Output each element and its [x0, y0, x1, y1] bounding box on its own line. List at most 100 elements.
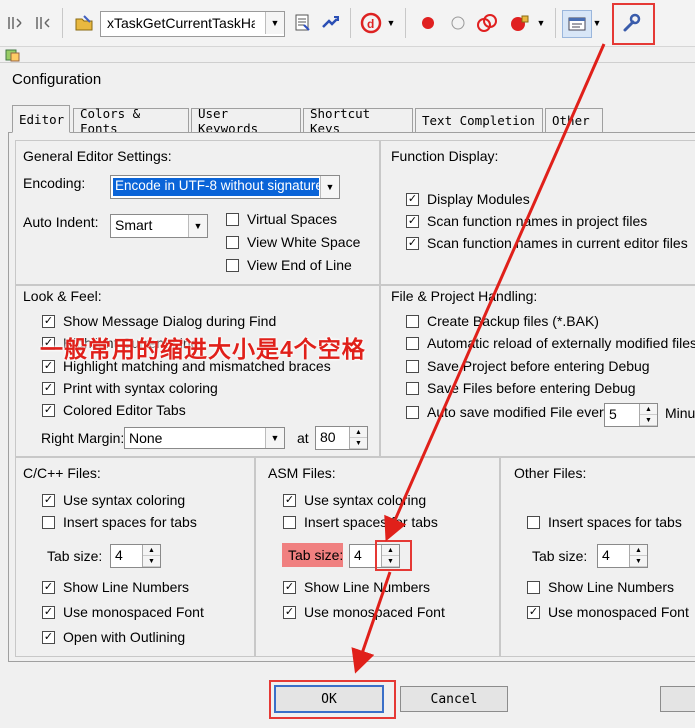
cancel-button[interactable]: Cancel: [400, 686, 508, 712]
breakpoint-dropdown-icon[interactable]: ▼: [534, 10, 548, 36]
window-icon[interactable]: [562, 10, 592, 38]
print-syntax-checkbox[interactable]: ✓: [42, 382, 55, 395]
encoding-label: Encoding:: [23, 175, 86, 191]
chevron-down-icon[interactable]: ▼: [320, 176, 339, 198]
view-end-of-line-label: View End of Line: [247, 257, 352, 273]
c-outlining-checkbox[interactable]: ✓: [42, 631, 55, 644]
unindent-icon[interactable]: [32, 10, 54, 36]
tab-user-keywords[interactable]: User Keywords: [191, 106, 301, 136]
right-margin-column-input[interactable]: 80 ▲ ▼: [315, 426, 368, 450]
view-white-space-label: View White Space: [247, 234, 361, 250]
asm-insert-spaces-checkbox[interactable]: [283, 516, 296, 529]
show-message-label: Show Message Dialog during Find: [63, 313, 277, 329]
asm-syntax-checkbox[interactable]: ✓: [283, 494, 296, 507]
display-modules-checkbox[interactable]: ✓: [406, 193, 419, 206]
kill-breakpoints-icon[interactable]: [474, 10, 500, 36]
other-tab-size-label: Tab size:: [532, 548, 588, 564]
auto-reload-checkbox[interactable]: [406, 337, 419, 350]
spin-down-icon[interactable]: ▼: [630, 556, 647, 567]
window-dropdown-icon[interactable]: ▼: [590, 10, 604, 36]
tab-text-completion[interactable]: Text Completion: [415, 108, 543, 132]
view-white-space-checkbox[interactable]: [226, 236, 239, 249]
tab-shortcut-keys[interactable]: Shortcut Keys: [303, 106, 413, 136]
scan-project-label: Scan function names in project files: [427, 213, 648, 229]
scan-project-checkbox[interactable]: ✓: [406, 215, 419, 228]
tab-other[interactable]: Other: [545, 108, 603, 132]
spin-up-icon[interactable]: ▲: [640, 404, 657, 415]
dialog-title: Configuration: [12, 71, 102, 88]
c-tab-size-value: 4: [115, 547, 123, 563]
document-icon[interactable]: [290, 10, 314, 36]
save-project-label: Save Project before entering Debug: [427, 358, 650, 374]
auto-indent-select[interactable]: Smart ▼: [110, 214, 208, 238]
chevron-down-icon[interactable]: ▼: [188, 215, 207, 237]
breakpoint-tool-icon[interactable]: [506, 10, 534, 36]
function-combo[interactable]: xTaskGetCurrentTaskHan ▼: [100, 11, 285, 37]
colored-tabs-label: Colored Editor Tabs: [63, 402, 186, 418]
auto-save-minutes-input[interactable]: 5 ▲ ▼: [604, 403, 658, 427]
c-monospaced-checkbox[interactable]: ✓: [42, 606, 55, 619]
debug-dropdown-icon[interactable]: ▼: [384, 10, 398, 36]
indent-icon[interactable]: [4, 10, 26, 36]
spin-buttons[interactable]: ▲ ▼: [639, 404, 657, 426]
asm-files-title: ASM Files:: [268, 465, 336, 481]
minutes-label: Minutes: [665, 405, 695, 421]
create-backup-checkbox[interactable]: [406, 315, 419, 328]
tab-editor[interactable]: Editor: [12, 105, 70, 133]
breakpoint-icon[interactable]: [416, 10, 440, 36]
spin-buttons[interactable]: ▲ ▼: [349, 427, 367, 449]
virtual-spaces-checkbox[interactable]: [226, 213, 239, 226]
c-monospaced-label: Use monospaced Font: [63, 604, 204, 620]
other-tab-size-input[interactable]: 4 ▲ ▼: [597, 544, 648, 568]
right-margin-column-value: 80: [320, 429, 336, 445]
file-project-title: File & Project Handling:: [391, 288, 538, 304]
c-line-numbers-label: Show Line Numbers: [63, 579, 190, 595]
highlight-box-ok: [269, 680, 396, 719]
chevron-down-icon[interactable]: ▼: [265, 428, 284, 448]
spin-down-icon[interactable]: ▼: [640, 415, 657, 426]
arrows-icon[interactable]: [318, 10, 342, 36]
spin-buttons[interactable]: ▲ ▼: [142, 545, 160, 567]
breakpoint-disabled-icon[interactable]: [446, 10, 470, 36]
auto-reload-label: Automatic reload of externally modified …: [427, 335, 695, 351]
show-message-checkbox[interactable]: ✓: [42, 315, 55, 328]
c-syntax-checkbox[interactable]: ✓: [42, 494, 55, 507]
look-feel-title: Look & Feel:: [23, 288, 102, 304]
general-settings-title: General Editor Settings:: [23, 148, 172, 164]
asm-monospaced-checkbox[interactable]: ✓: [283, 606, 296, 619]
save-project-checkbox[interactable]: [406, 360, 419, 373]
asm-line-numbers-checkbox[interactable]: ✓: [283, 581, 296, 594]
open-folder-icon[interactable]: [72, 10, 96, 36]
display-modules-label: Display Modules: [427, 191, 530, 207]
spin-down-icon[interactable]: ▼: [143, 556, 160, 567]
c-tab-size-label: Tab size:: [47, 548, 103, 564]
spin-up-icon[interactable]: ▲: [630, 545, 647, 556]
spin-buttons[interactable]: ▲ ▼: [629, 545, 647, 567]
save-files-checkbox[interactable]: [406, 382, 419, 395]
other-line-numbers-checkbox[interactable]: [527, 581, 540, 594]
spin-down-icon[interactable]: ▼: [350, 438, 367, 449]
annotation-text: 一般常用的缩进大小是4个空格: [40, 336, 366, 362]
save-files-label: Save Files before entering Debug: [427, 380, 636, 396]
right-margin-select[interactable]: None ▼: [124, 427, 285, 449]
view-end-of-line-checkbox[interactable]: [226, 259, 239, 272]
highlight-box-spin: [375, 540, 412, 571]
virtual-spaces-label: Virtual Spaces: [247, 211, 338, 227]
other-insert-spaces-checkbox[interactable]: [527, 516, 540, 529]
debug-icon[interactable]: d: [358, 10, 384, 36]
c-insert-spaces-checkbox[interactable]: [42, 516, 55, 529]
colored-tabs-checkbox[interactable]: ✓: [42, 404, 55, 417]
create-backup-label: Create Backup files (*.BAK): [427, 313, 599, 329]
spin-up-icon[interactable]: ▲: [143, 545, 160, 556]
scan-editor-checkbox[interactable]: ✓: [406, 237, 419, 250]
encoding-select[interactable]: Encode in UTF-8 without signature ▼: [110, 175, 340, 199]
c-tab-size-input[interactable]: 4 ▲ ▼: [110, 544, 161, 568]
spin-up-icon[interactable]: ▲: [350, 427, 367, 438]
c-line-numbers-checkbox[interactable]: ✓: [42, 581, 55, 594]
chevron-down-icon[interactable]: ▼: [265, 12, 284, 34]
asm-insert-spaces-label: Insert spaces for tabs: [304, 514, 438, 530]
tab-colors-fonts[interactable]: Colors & Fonts: [73, 106, 189, 136]
other-monospaced-checkbox[interactable]: ✓: [527, 606, 540, 619]
auto-save-checkbox[interactable]: [406, 406, 419, 419]
help-button[interactable]: [660, 686, 695, 712]
